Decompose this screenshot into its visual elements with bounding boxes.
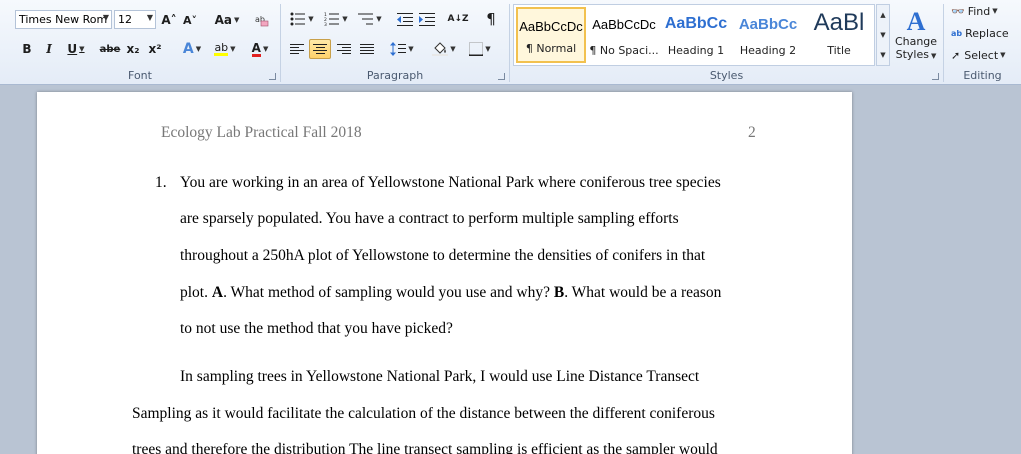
decrease-indent-button[interactable] xyxy=(395,9,415,29)
list-number: 1. xyxy=(155,174,167,191)
underline-button[interactable]: U ▼ xyxy=(63,39,89,59)
paragraph-group-label: Paragraph xyxy=(366,69,424,82)
text-effects-button[interactable]: A ▼ xyxy=(178,39,206,59)
svg-text:3: 3 xyxy=(324,22,327,26)
line-spacing-button[interactable]: ▼ xyxy=(387,39,417,59)
font-group: Times New Rom ▼ 12 ▼ A˄ A˅ Aa ▼ ab B I U… xyxy=(0,0,280,85)
numbering-icon: 1 2 3 xyxy=(324,12,340,26)
highlight-button[interactable]: ab ▼ xyxy=(210,39,240,59)
question-line: to not use the method that you have pick… xyxy=(180,320,453,337)
increase-indent-button[interactable] xyxy=(417,9,437,29)
font-color-icon: A xyxy=(251,40,261,57)
font-name-value: Times New Rom xyxy=(19,13,108,26)
paragraph-group: ▼ 1 2 3 ▼ ▼ A↓Z ¶ ▼ ▼ ▼ Paragraph xyxy=(281,0,509,85)
binoculars-icon: 👓 xyxy=(951,4,965,18)
font-color-button[interactable]: A ▼ xyxy=(246,39,274,59)
replace-icon: ab xyxy=(951,28,963,38)
shrink-font-button[interactable]: A˅ xyxy=(181,10,199,30)
multilevel-list-button[interactable]: ▼ xyxy=(355,9,385,29)
decrease-indent-icon xyxy=(397,13,413,26)
page-number: 2 xyxy=(748,124,756,141)
editing-group: 👓 Find ▼ ab Replace ➚ Select ▼ Editing xyxy=(944,0,1021,85)
font-group-label: Font xyxy=(128,69,152,82)
sort-icon: A↓Z xyxy=(447,14,469,24)
chevron-down-icon[interactable]: ▼ xyxy=(103,13,109,22)
change-case-button[interactable]: Aa ▼ xyxy=(212,10,242,30)
cursor-icon: ➚ xyxy=(951,48,961,62)
find-button[interactable]: 👓 Find ▼ xyxy=(950,2,999,20)
replace-button[interactable]: ab Replace xyxy=(950,24,1010,42)
answer-line: Sampling as it would facilitate the calc… xyxy=(132,405,715,422)
align-center-icon xyxy=(313,43,327,55)
question-line: plot. A. What method of sampling would y… xyxy=(180,284,722,301)
shading-button[interactable]: ▼ xyxy=(429,39,459,59)
bullets-icon xyxy=(290,12,306,26)
styles-dialog-launcher-icon[interactable] xyxy=(932,73,939,80)
justify-icon xyxy=(360,43,374,55)
question-line: are sparsely populated. You have a contr… xyxy=(180,210,679,227)
align-center-button[interactable] xyxy=(309,39,331,59)
superscript-button[interactable]: x² xyxy=(146,39,164,59)
subscript-button[interactable]: x₂ xyxy=(124,39,142,59)
font-name-combo[interactable]: Times New Rom ▼ xyxy=(15,10,112,29)
line-spacing-icon xyxy=(390,42,407,56)
answer-line: trees and therefore the distribution The… xyxy=(132,441,718,454)
select-button[interactable]: ➚ Select ▼ xyxy=(950,46,1007,64)
bold-button[interactable]: B xyxy=(17,39,37,59)
grow-font-button[interactable]: A˄ xyxy=(160,10,178,30)
strikethrough-button[interactable]: abe xyxy=(98,39,122,59)
italic-button[interactable]: I xyxy=(39,39,59,59)
align-right-button[interactable] xyxy=(333,39,355,59)
answer-line: In sampling trees in Yellowstone Nationa… xyxy=(180,368,700,385)
borders-icon xyxy=(469,42,484,56)
font-dialog-launcher-icon[interactable] xyxy=(269,73,276,80)
numbering-button[interactable]: 1 2 3 ▼ xyxy=(321,9,351,29)
font-size-combo[interactable]: 12 ▼ xyxy=(114,10,156,29)
show-hide-marks-button[interactable]: ¶ xyxy=(481,9,501,29)
text-effects-icon: A xyxy=(182,41,194,57)
borders-button[interactable]: ▼ xyxy=(465,39,495,59)
clear-formatting-icon: ab xyxy=(255,15,269,27)
multilevel-list-icon xyxy=(358,13,374,25)
editing-group-label: Editing xyxy=(963,69,1002,82)
bullets-button[interactable]: ▼ xyxy=(287,9,317,29)
document-page[interactable]: Ecology Lab Practical Fall 2018 2 1. You… xyxy=(37,92,852,454)
question-line: You are working in an area of Yellowston… xyxy=(180,174,721,191)
paint-bucket-icon xyxy=(432,42,449,56)
styles-group: Styles xyxy=(510,0,943,85)
sort-button[interactable]: A↓Z xyxy=(447,9,469,29)
chevron-down-icon[interactable]: ▼ xyxy=(147,13,153,22)
font-size-value: 12 xyxy=(118,13,132,26)
justify-button[interactable] xyxy=(356,39,378,59)
pilcrow-icon: ¶ xyxy=(486,10,496,28)
align-right-icon xyxy=(337,43,351,55)
paragraph-dialog-launcher-icon[interactable] xyxy=(498,73,505,80)
page-header-title: Ecology Lab Practical Fall 2018 xyxy=(161,124,362,141)
styles-group-label: Styles xyxy=(709,69,744,82)
ribbon: Times New Rom ▼ 12 ▼ A˄ A˅ Aa ▼ ab B I U… xyxy=(0,0,1021,85)
clear-formatting-button[interactable]: ab xyxy=(252,10,272,30)
increase-indent-icon xyxy=(419,13,435,26)
question-line: throughout a 250hA plot of Yellowstone t… xyxy=(180,247,706,264)
align-left-button[interactable] xyxy=(286,39,308,59)
align-left-icon xyxy=(290,43,304,55)
highlighter-icon: ab xyxy=(214,41,229,56)
